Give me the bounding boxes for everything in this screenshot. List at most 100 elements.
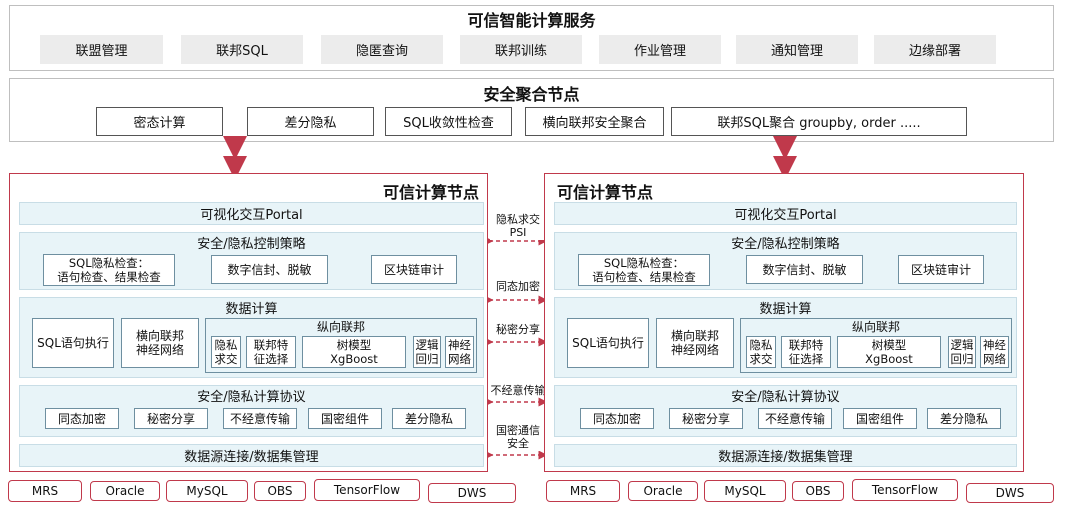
agg-item-horizontal-agg[interactable]: 横向联邦安全聚合: [525, 107, 664, 136]
node-right-v-psi-line1: 隐私: [749, 338, 773, 352]
node-right-protocol-title: 安全/隐私计算协议: [731, 389, 840, 405]
service-item-edge-deploy[interactable]: 边缘部署: [874, 35, 996, 64]
node-right-title: 可信计算节点: [557, 183, 654, 202]
ds-right-mysql[interactable]: MySQL: [704, 480, 786, 502]
service-item-notify-mgmt[interactable]: 通知管理: [736, 35, 858, 64]
node-left-proto-ss[interactable]: 秘密分享: [134, 408, 208, 429]
ds-right-tensorflow[interactable]: TensorFlow: [852, 479, 958, 501]
node-left-v-nn[interactable]: 神经 网络: [445, 336, 474, 368]
ds-left-dws[interactable]: DWS: [428, 483, 516, 503]
node-right-proto-ot[interactable]: 不经意传输: [758, 408, 832, 429]
node-left-v-lr-line2: 回归: [415, 352, 439, 366]
node-right-v-tree[interactable]: 树模型 XgBoost: [837, 336, 941, 368]
node-left-vertical-title: 纵向联邦: [316, 320, 365, 334]
node-left-v-nn-line1: 神经: [448, 338, 471, 352]
node-right-compute: 数据计算 SQL语句执行 横向联邦 神经网络 纵向联邦 隐私 求交 联邦特 征选…: [554, 297, 1017, 378]
node-right-vertical: 纵向联邦 隐私 求交 联邦特 征选择 树模型 XgBoost 逻辑 回归 神经 …: [740, 318, 1012, 373]
node-left-policy-title: 安全/隐私控制策略: [197, 236, 306, 252]
ds-left-obs[interactable]: OBS: [254, 481, 306, 501]
ds-left-mysql[interactable]: MySQL: [166, 480, 248, 502]
ds-left-tensorflow[interactable]: TensorFlow: [314, 479, 420, 501]
service-item-fed-train[interactable]: 联邦训练: [460, 35, 582, 64]
node-left-compute-title: 数据计算: [225, 301, 278, 317]
node-left-v-tree-line2: XgBoost: [330, 352, 378, 366]
service-item-fed-sql[interactable]: 联邦SQL: [181, 35, 303, 64]
node-right-proto-ss[interactable]: 秘密分享: [669, 408, 743, 429]
link-label-psi-line1: 隐私求交: [496, 213, 540, 226]
node-right-v-lr[interactable]: 逻辑 回归: [948, 336, 976, 368]
node-right-v-lr-line1: 逻辑: [950, 338, 974, 352]
link-label-he: 同态加密: [490, 279, 546, 293]
node-right-sql-check-line1: SQL隐私检查：: [603, 256, 685, 270]
ds-left-oracle[interactable]: Oracle: [90, 481, 160, 501]
node-right-sql-check[interactable]: SQL隐私检查： 语句检查、结果检查: [578, 254, 710, 286]
node-right-sql-exec[interactable]: SQL语句执行: [567, 318, 649, 368]
node-left-v-psi-line1: 隐私: [214, 338, 238, 352]
node-right-portal[interactable]: 可视化交互Portal: [554, 202, 1017, 225]
node-left-sql-check-line2: 语句检查、结果检查: [57, 270, 161, 284]
link-label-gm: 国密通信 安全: [490, 423, 546, 451]
node-left-hfl-line1: 横向联邦: [135, 329, 184, 343]
agg-item-fed-sql-agg[interactable]: 联邦SQL聚合 groupby, order .....: [671, 107, 967, 136]
node-right-protocol: 安全/隐私计算协议 同态加密 秘密分享 不经意传输 国密组件 差分隐私: [554, 385, 1017, 437]
node-left-v-lr-line1: 逻辑: [415, 338, 439, 352]
trusted-node-left: 可信计算节点 可视化交互Portal 安全/隐私控制策略 SQL隐私检查： 语句…: [9, 173, 488, 472]
node-right-v-lr-line2: 回归: [950, 352, 974, 366]
node-left-v-tree[interactable]: 树模型 XgBoost: [302, 336, 406, 368]
ds-right-dws[interactable]: DWS: [966, 483, 1054, 503]
node-left-audit[interactable]: 区块链审计: [371, 255, 457, 284]
node-right-hfl[interactable]: 横向联邦 神经网络: [656, 318, 734, 368]
service-title: 可信智能计算服务: [467, 11, 596, 30]
node-right-proto-he[interactable]: 同态加密: [580, 408, 654, 429]
node-right-v-nn[interactable]: 神经 网络: [980, 336, 1009, 368]
node-left-sql-check-line1: SQL隐私检查：: [68, 256, 150, 270]
node-right-v-tree-line2: XgBoost: [865, 352, 913, 366]
service-panel: 可信智能计算服务 联盟管理 联邦SQL 隐匿查询 联邦训练 作业管理 通知管理 …: [9, 5, 1054, 71]
node-right-compute-title: 数据计算: [759, 301, 812, 317]
node-right-v-psi-line2: 求交: [749, 352, 773, 366]
service-item-private-query[interactable]: 隐匿查询: [321, 35, 443, 64]
node-right-v-nn-line1: 神经: [983, 338, 1006, 352]
node-left-sql-check[interactable]: SQL隐私检查： 语句检查、结果检查: [43, 254, 175, 286]
agg-item-differential-privacy[interactable]: 差分隐私: [247, 107, 374, 136]
node-right-sql-check-line2: 语句检查、结果检查: [592, 270, 696, 284]
node-left-v-psi[interactable]: 隐私 求交: [211, 336, 241, 368]
node-right-v-feat-line1: 联邦特: [788, 338, 824, 352]
trusted-node-right: 可信计算节点 可视化交互Portal 安全/隐私控制策略 SQL隐私检查： 语句…: [544, 173, 1024, 472]
node-right-v-feat[interactable]: 联邦特 征选择: [781, 336, 831, 368]
node-left-protocol-title: 安全/隐私计算协议: [197, 389, 306, 405]
node-left-compute: 数据计算 SQL语句执行 横向联邦 神经网络 纵向联邦 隐私 求交 联邦特 征选…: [19, 297, 484, 378]
node-left-sign[interactable]: 数字信封、脱敏: [211, 255, 328, 284]
node-left-sql-exec[interactable]: SQL语句执行: [32, 318, 114, 368]
node-left-portal[interactable]: 可视化交互Portal: [19, 202, 484, 225]
agg-item-sql-convergence[interactable]: SQL收敛性检查: [385, 107, 512, 136]
node-right-sign[interactable]: 数字信封、脱敏: [746, 255, 863, 284]
service-item-job-mgmt[interactable]: 作业管理: [599, 35, 721, 64]
node-left-v-feat[interactable]: 联邦特 征选择: [246, 336, 296, 368]
aggregation-title: 安全聚合节点: [483, 85, 580, 104]
ds-right-obs[interactable]: OBS: [792, 481, 844, 501]
node-left-datasource[interactable]: 数据源连接/数据集管理: [19, 444, 484, 467]
link-label-gm-line1: 国密通信: [496, 424, 540, 437]
node-left-proto-he[interactable]: 同态加密: [45, 408, 119, 429]
node-right-datasource[interactable]: 数据源连接/数据集管理: [554, 444, 1017, 467]
node-left-proto-gm[interactable]: 国密组件: [308, 408, 382, 429]
ds-left-mrs[interactable]: MRS: [8, 480, 82, 502]
node-left-vertical: 纵向联邦 隐私 求交 联邦特 征选择 树模型 XgBoost 逻辑 回归 神经 …: [205, 318, 477, 373]
service-item-alliance[interactable]: 联盟管理: [40, 35, 163, 64]
node-right-v-feat-line2: 征选择: [788, 352, 824, 366]
ds-right-mrs[interactable]: MRS: [546, 480, 620, 502]
node-left-v-nn-line2: 网络: [448, 352, 471, 366]
node-right-audit[interactable]: 区块链审计: [898, 255, 984, 284]
node-left-v-feat-line1: 联邦特: [253, 338, 289, 352]
node-right-proto-gm[interactable]: 国密组件: [843, 408, 917, 429]
node-left-hfl[interactable]: 横向联邦 神经网络: [121, 318, 199, 368]
node-left-v-lr[interactable]: 逻辑 回归: [413, 336, 441, 368]
node-right-v-psi[interactable]: 隐私 求交: [746, 336, 776, 368]
node-left-proto-ot[interactable]: 不经意传输: [223, 408, 297, 429]
ds-right-oracle[interactable]: Oracle: [628, 481, 698, 501]
aggregation-panel: 安全聚合节点 密态计算 差分隐私 SQL收敛性检查 横向联邦安全聚合 联邦SQL…: [9, 78, 1054, 142]
node-left-proto-dp[interactable]: 差分隐私: [392, 408, 466, 429]
node-right-proto-dp[interactable]: 差分隐私: [927, 408, 1001, 429]
agg-item-encrypted-compute[interactable]: 密态计算: [96, 107, 223, 136]
